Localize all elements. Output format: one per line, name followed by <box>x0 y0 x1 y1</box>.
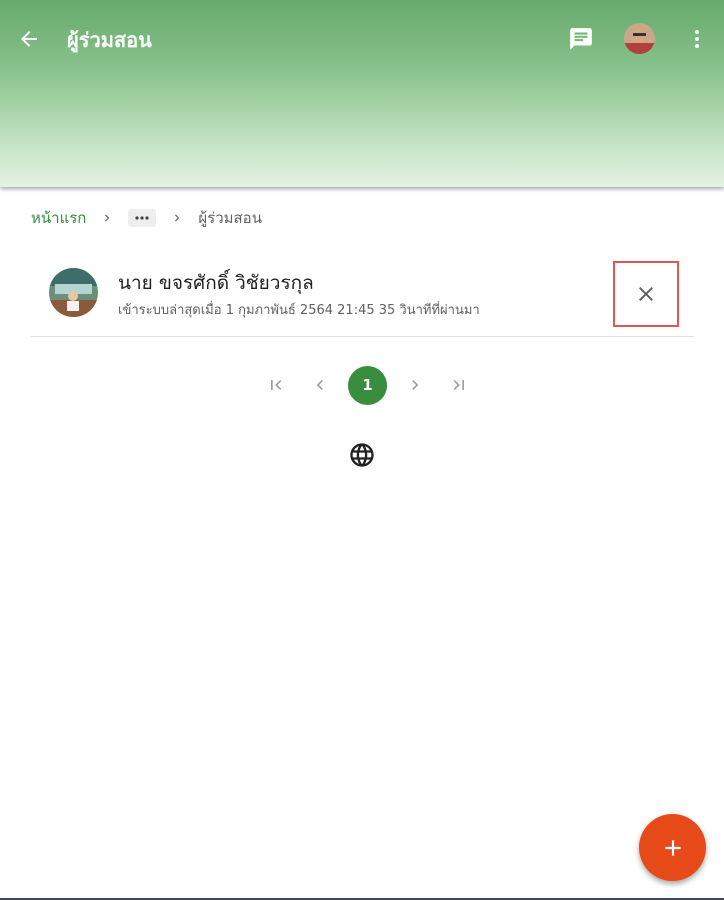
list-item: นาย ขจรศักดิ์ วิชัยวรกุล เข้าระบบล่าสุดเ… <box>31 252 694 337</box>
user-name: นาย ขจรศักดิ์ วิชัยวรกุล <box>118 272 314 294</box>
chevron-right-icon <box>170 211 184 225</box>
first-page-button[interactable] <box>260 365 292 405</box>
page-title: ผู้ร่วมสอน <box>67 28 152 52</box>
prev-page-button[interactable] <box>304 365 336 405</box>
last-page-button[interactable] <box>443 365 475 405</box>
more-button[interactable] <box>680 22 714 56</box>
breadcrumb-home[interactable]: หน้าแรก <box>31 206 86 230</box>
last-page-icon <box>453 380 464 390</box>
avatar[interactable] <box>624 23 655 54</box>
plus-icon <box>664 839 681 856</box>
app-bar: ผู้ร่วมสอน <box>0 0 724 187</box>
chevron-left-icon <box>316 380 323 390</box>
breadcrumb-more-button[interactable] <box>128 209 157 227</box>
add-teacher-button[interactable] <box>639 814 706 881</box>
globe-icon <box>350 443 374 467</box>
more-horiz-icon <box>135 216 149 220</box>
breadcrumb: หน้าแรก ผู้ร่วมสอน <box>31 204 262 232</box>
remove-teacher-button[interactable] <box>613 261 679 327</box>
back-button[interactable] <box>12 22 46 56</box>
next-page-button[interactable] <box>399 365 431 405</box>
more-vert-icon <box>695 30 699 48</box>
first-page-icon <box>271 380 282 390</box>
user-avatar <box>49 268 98 317</box>
pagination: 1 <box>254 365 481 405</box>
chat-button[interactable] <box>564 22 598 56</box>
language-button[interactable] <box>347 440 377 470</box>
last-login-text: เข้าระบบล่าสุดเมื่อ 1 กุมภาพันธ์ 2564 21… <box>118 303 480 318</box>
arrow-back-icon <box>21 31 37 47</box>
page-number-current[interactable]: 1 <box>348 365 387 405</box>
chevron-right-icon <box>412 380 419 390</box>
chat-icon <box>570 28 592 50</box>
breadcrumb-current: ผู้ร่วมสอน <box>198 209 262 227</box>
chevron-right-icon <box>100 211 114 225</box>
close-icon <box>639 287 653 301</box>
